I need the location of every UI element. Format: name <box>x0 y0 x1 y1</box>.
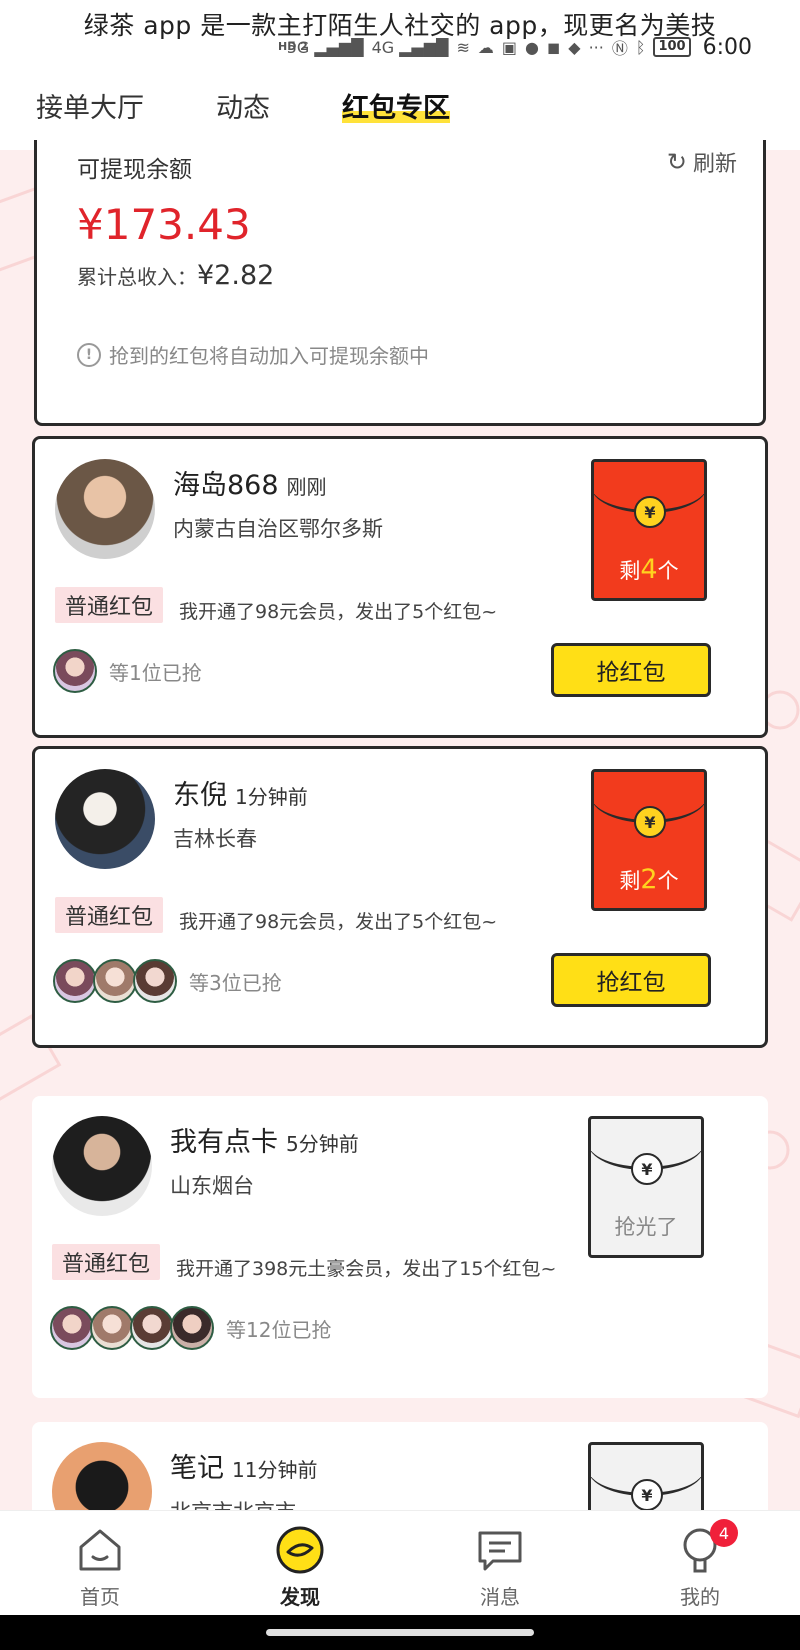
total-income-label: 累计总收入： <box>77 265 197 289</box>
home-gesture-bar[interactable] <box>266 1629 534 1636</box>
discover-icon <box>275 1525 325 1575</box>
avatar <box>50 1306 94 1350</box>
envelope-remaining: 剩4个 <box>619 554 679 585</box>
post-user: 笔记 11分钟前 <box>170 1446 317 1485</box>
tab-label: 发现 <box>280 1585 320 1609</box>
red-packet-post: 我有点卡 5分钟前 山东烟台 普通红包 我开通了398元土豪会员，发出了15个红包… <box>32 1096 768 1398</box>
avatar <box>53 959 97 1003</box>
avatar <box>93 959 137 1003</box>
status-bar: 5G ▂▄▆█ 4G ▂▄▆█ ≋ ☁ ▣ ● ◼ ◆ ··· Ⓝ ᛒ 100 … <box>0 32 800 62</box>
avatar[interactable] <box>55 769 155 869</box>
balance-label: 可提现余额 <box>77 157 192 183</box>
envelope-remaining: 剩2个 <box>619 864 679 895</box>
avatar <box>133 959 177 1003</box>
red-packet-post: 海岛868 刚刚 内蒙古自治区鄂尔多斯 普通红包 我开通了98元会员，发出了5个红… <box>32 436 768 738</box>
message-icon <box>475 1525 525 1575</box>
red-packet-type-tag: 普通红包 <box>55 587 164 623</box>
red-packet-type-tag: 普通红包 <box>52 1244 161 1280</box>
post-user: 海岛868 刚刚 <box>173 463 327 502</box>
home-icon <box>75 1525 125 1575</box>
post-message: 我开通了98元会员，发出了5个红包~ <box>179 911 498 933</box>
grab-count: 等1位已抢 <box>109 660 202 685</box>
refresh-button[interactable]: ↻ 刷新 <box>667 146 737 178</box>
chat-icon: ● <box>525 37 539 57</box>
tab-messages[interactable]: 消息 <box>400 1511 600 1615</box>
avatar <box>53 649 97 693</box>
tab-red-packet-zone[interactable]: 红包专区 <box>342 86 450 125</box>
tab-order-hall[interactable]: 接单大厅 <box>36 86 144 125</box>
bottom-tab-bar: 首页 发现 消息 4 我的 <box>0 1510 800 1615</box>
bluetooth-icon: ᛒ <box>635 37 646 57</box>
total-income-value: ¥2.82 <box>197 260 275 291</box>
balance-amount: ¥173.43 <box>77 200 251 249</box>
more-icon: ··· <box>588 37 604 57</box>
post-time: 1分钟前 <box>235 785 308 809</box>
cloud-icon: ☁ <box>477 37 494 57</box>
post-time: 刚刚 <box>286 475 327 499</box>
avatar <box>90 1306 134 1350</box>
user-name[interactable]: 我有点卡 <box>170 1127 278 1158</box>
post-time: 11分钟前 <box>232 1458 318 1482</box>
app-notification-icon: ▣ <box>501 37 517 57</box>
tab-home[interactable]: 首页 <box>0 1511 200 1615</box>
avatar[interactable] <box>55 459 155 559</box>
system-nav-bar <box>0 1615 800 1650</box>
tab-discover[interactable]: 发现 <box>200 1511 400 1615</box>
yuan-coin-icon: ¥ <box>631 1153 663 1185</box>
wifi-icon: ≋ <box>456 37 470 57</box>
top-tab-bar: 接单大厅 动态 红包专区 <box>0 60 800 150</box>
post-message: 我开通了98元会员，发出了5个红包~ <box>179 601 498 623</box>
app-notification-icon: ◼ <box>546 37 561 57</box>
grabbers-list[interactable]: 等3位已抢 <box>53 959 282 1003</box>
yuan-coin-icon: ¥ <box>631 1479 663 1511</box>
grab-count: 等12位已抢 <box>226 1317 332 1342</box>
avatar <box>130 1306 174 1350</box>
app-notification-icon: ◆ <box>568 37 581 57</box>
empty-envelope[interactable]: ¥ 抢光了 <box>588 1116 704 1258</box>
user-location: 山东烟台 <box>170 1174 254 1198</box>
grabbers-list[interactable]: 等1位已抢 <box>53 649 202 693</box>
post-user: 东倪 1分钟前 <box>173 773 308 812</box>
user-location: 内蒙古自治区鄂尔多斯 <box>173 517 383 541</box>
avatar[interactable] <box>52 1116 152 1216</box>
tab-profile[interactable]: 4 我的 <box>600 1511 800 1615</box>
info-icon: ! <box>77 342 101 367</box>
grab-red-packet-button[interactable]: 抢红包 <box>551 643 711 697</box>
signal-4g-icon: 4G ▂▄▆█ <box>371 37 449 57</box>
total-income: 累计总收入：¥2.82 <box>77 260 274 291</box>
post-message: 我开通了398元土豪会员，发出了15个红包~ <box>176 1258 557 1280</box>
user-name[interactable]: 笔记 <box>170 1453 224 1484</box>
balance-note: ! 抢到的红包将自动加入可提现余额中 <box>77 340 429 369</box>
tab-label: 我的 <box>680 1585 720 1609</box>
yuan-coin-icon: ¥ <box>634 496 666 528</box>
grab-red-packet-button[interactable]: 抢红包 <box>551 953 711 1007</box>
tab-moments[interactable]: 动态 <box>216 86 270 125</box>
red-envelope[interactable]: ¥ 剩2个 <box>591 769 707 911</box>
tab-label: 首页 <box>80 1585 120 1609</box>
user-name[interactable]: 海岛868 <box>173 470 279 501</box>
grabbers-list[interactable]: 等12位已抢 <box>50 1306 331 1350</box>
red-packet-post: 东倪 1分钟前 吉林长春 普通红包 我开通了98元会员，发出了5个红包~ 等3位已… <box>32 746 768 1048</box>
battery-icon: 100 <box>653 37 691 57</box>
grab-count: 等3位已抢 <box>189 970 282 995</box>
refresh-label: 刷新 <box>692 152 737 177</box>
notification-badge: 4 <box>710 1519 738 1547</box>
clock: 6:00 <box>702 34 752 60</box>
red-packet-type-tag: 普通红包 <box>55 897 164 933</box>
signal-5g-icon: 5G ▂▄▆█ <box>286 37 364 57</box>
avatar <box>170 1306 214 1350</box>
red-envelope[interactable]: ¥ 剩4个 <box>591 459 707 601</box>
balance-card: 可提现余额 ↻ 刷新 ¥173.43 累计总收入：¥2.82 ! 抢到的红包将自… <box>34 140 766 426</box>
yuan-coin-icon: ¥ <box>634 806 666 838</box>
tab-label: 消息 <box>480 1585 520 1609</box>
post-time: 5分钟前 <box>286 1132 359 1156</box>
envelope-status: 抢光了 <box>614 1215 678 1239</box>
refresh-icon: ↻ <box>666 148 687 176</box>
post-user: 我有点卡 5分钟前 <box>170 1120 359 1159</box>
nfc-icon: Ⓝ <box>611 39 628 58</box>
user-name[interactable]: 东倪 <box>173 780 227 811</box>
user-location: 吉林长春 <box>173 827 257 851</box>
